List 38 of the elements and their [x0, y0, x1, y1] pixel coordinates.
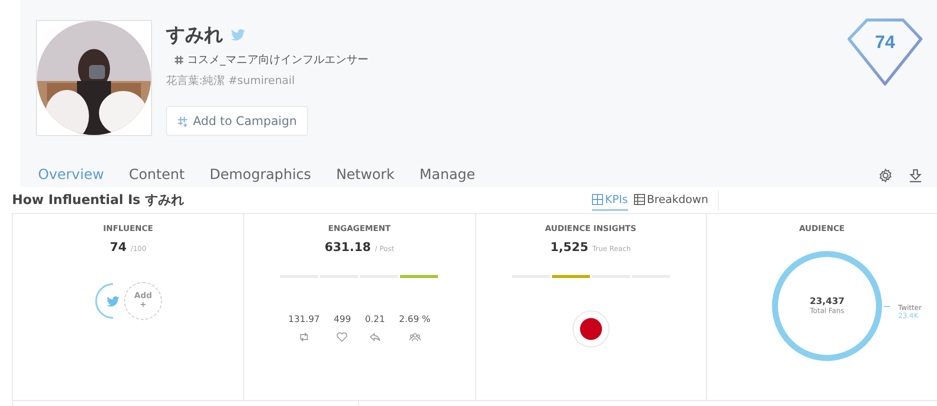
section-title: How Influential Is すみれ	[12, 192, 185, 209]
reply-icon	[368, 332, 381, 342]
card-title: ENGAGEMENT	[328, 224, 391, 233]
card-title: INFLUENCE	[103, 224, 154, 233]
people-icon	[408, 332, 421, 342]
retweet-icon	[298, 332, 310, 342]
view-toggle[interactable]: KPIs	[592, 190, 628, 210]
stat-value: 0.21	[364, 315, 386, 325]
metric-value: 631.18	[324, 240, 371, 254]
view-toggle[interactable]: Breakdown	[634, 190, 708, 210]
metric-value: 74	[110, 240, 127, 254]
category-label: コスメ_マニア向けインフルエンサー	[187, 52, 368, 67]
hashtag-icon	[174, 54, 184, 64]
nav-tab[interactable]: Overview	[38, 163, 104, 187]
nav-tab[interactable]: Demographics	[210, 163, 312, 187]
nav-tab[interactable]: Content	[128, 163, 185, 187]
add-network-button[interactable]: Add +	[124, 282, 162, 320]
total-fans-value: 23,437	[810, 297, 844, 307]
heart-icon	[336, 332, 348, 342]
nav-tab[interactable]: Network	[336, 163, 395, 187]
card-title: AUDIENCE INSIGHTS	[545, 224, 636, 233]
profile-bio: 花言葉:純潔 #sumirenail	[166, 73, 296, 88]
add-to-campaign-button[interactable]: Add to Campaign	[166, 106, 308, 136]
profile-name: すみれ	[166, 23, 223, 48]
table-icon	[634, 194, 645, 204]
hashtag-plus-icon	[177, 116, 188, 126]
settings-icon[interactable]	[878, 168, 893, 182]
bird-icon	[231, 29, 245, 41]
card-title: AUDIENCE	[799, 224, 845, 233]
metric-value: 1,525	[550, 240, 588, 254]
diamond-score-badge: 74	[847, 18, 923, 86]
nav-tab[interactable]: Manage	[420, 163, 476, 187]
download-icon[interactable]	[908, 168, 923, 182]
flag-icon	[572, 310, 610, 348]
grid-icon	[592, 194, 603, 204]
stat-value: 131.97	[288, 315, 320, 325]
stat-value: 499	[334, 315, 351, 325]
stat-value: 2.69 %	[399, 315, 430, 325]
